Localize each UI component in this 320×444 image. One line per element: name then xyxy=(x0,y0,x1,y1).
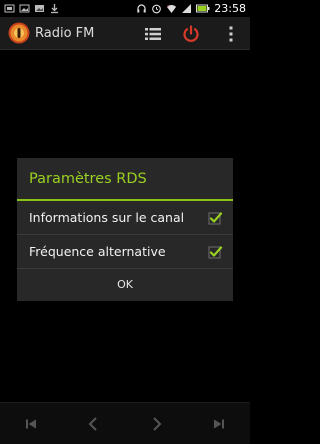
skip-next-icon[interactable] xyxy=(204,403,234,444)
battery-icon xyxy=(196,3,210,14)
wifi-icon: x xyxy=(166,3,177,14)
list-icon[interactable] xyxy=(138,17,168,50)
chevron-right-icon[interactable] xyxy=(142,403,172,444)
option-label: Informations sur le canal xyxy=(29,210,185,225)
dialog-title: Paramètres RDS xyxy=(17,158,233,201)
app-title: Radio FM xyxy=(35,25,95,41)
signal-icon xyxy=(181,3,192,14)
power-icon[interactable] xyxy=(176,17,206,50)
status-notifications xyxy=(4,3,60,14)
download-icon xyxy=(49,3,60,14)
ok-button[interactable]: OK xyxy=(17,269,233,300)
image-icon xyxy=(19,3,30,14)
headset-icon xyxy=(136,3,147,14)
rds-settings-dialog: Paramètres RDS Informations sur le canal… xyxy=(17,158,233,301)
option-alternative-frequency[interactable]: Fréquence alternative xyxy=(17,235,233,269)
clock: 23:58 xyxy=(214,2,246,15)
skip-previous-icon[interactable] xyxy=(16,403,46,444)
screen: x 23:58 Radio FM Paramètres RDS Informat… xyxy=(0,0,250,444)
image-icon xyxy=(34,3,45,14)
status-system: x 23:58 xyxy=(136,2,246,15)
status-bar: x 23:58 xyxy=(0,0,250,17)
svg-text:x: x xyxy=(167,4,169,8)
checkmark-icon[interactable] xyxy=(207,210,223,226)
alarm-icon xyxy=(151,3,162,14)
radio-logo-icon[interactable] xyxy=(8,22,30,44)
checkmark-icon[interactable] xyxy=(207,244,223,260)
option-channel-info[interactable]: Informations sur le canal xyxy=(17,201,233,235)
usb-icon xyxy=(4,3,15,14)
bottom-controls xyxy=(0,402,250,444)
option-label: Fréquence alternative xyxy=(29,244,166,259)
action-bar: Radio FM xyxy=(0,17,250,50)
chevron-left-icon[interactable] xyxy=(78,403,108,444)
overflow-menu-icon[interactable] xyxy=(216,17,246,50)
